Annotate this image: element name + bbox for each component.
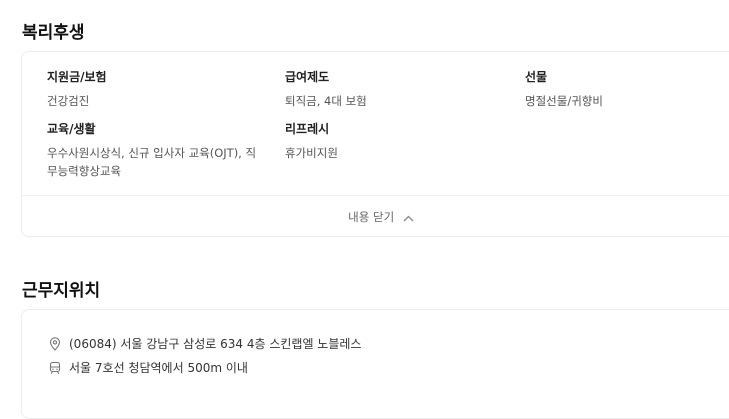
address-row: (06084) 서울 강남구 삼성로 634 4층 스킨랩엘 노블레스: [48, 335, 361, 352]
subway-train-icon: [48, 361, 62, 375]
benefit-heading: 선물: [525, 70, 548, 84]
benefit-value: 건강검진: [47, 94, 90, 108]
benefit-value: 명절선물/귀향비: [525, 94, 603, 108]
benefit-value-line1: 우수사원시상식, 신규 입사자 교육(OJT), 직: [47, 146, 257, 160]
subway-text: 서울 7호선 청담역에서 500m 이내: [69, 361, 248, 375]
benefits-section-title: 복리후생: [22, 23, 85, 43]
benefit-item-refresh: 리프레시 휴가비지원: [285, 122, 338, 162]
location-pin-icon: [48, 336, 62, 351]
card-divider: [22, 195, 729, 196]
benefit-item-insurance: 지원금/보험 건강검진: [47, 70, 107, 110]
collapse-toggle-button[interactable]: 내용 닫기: [22, 210, 729, 225]
benefit-item-gift: 선물 명절선물/귀향비: [525, 70, 603, 110]
benefit-item-education: 교육/생활 우수사원시상식, 신규 입사자 교육(OJT), 직 무능력향상교육: [47, 122, 282, 180]
benefit-heading: 지원금/보험: [47, 70, 107, 84]
benefit-value: 휴가비지원: [285, 146, 338, 160]
benefit-value-line2: 무능력향상교육: [47, 164, 122, 178]
chevron-up-icon: [403, 211, 414, 225]
location-section-title: 근무지위치: [22, 281, 101, 301]
location-card: (06084) 서울 강남구 삼성로 634 4층 스킨랩엘 노블레스 서울 7…: [21, 309, 729, 419]
address-text: (06084) 서울 강남구 삼성로 634 4층 스킨랩엘 노블레스: [69, 337, 362, 351]
benefits-card: 지원금/보험 건강검진 급여제도 퇴직금, 4대 보험 선물 명절선물/귀향비 …: [21, 51, 729, 237]
benefit-item-salary: 급여제도 퇴직금, 4대 보험: [285, 70, 367, 110]
benefit-heading: 교육/생활: [47, 122, 96, 136]
subway-row: 서울 7호선 청담역에서 500m 이내: [48, 359, 248, 376]
collapse-toggle-label: 내용 닫기: [348, 210, 395, 224]
benefit-value: 퇴직금, 4대 보험: [285, 94, 367, 108]
benefit-heading: 리프레시: [285, 122, 330, 136]
benefit-heading: 급여제도: [285, 70, 330, 84]
